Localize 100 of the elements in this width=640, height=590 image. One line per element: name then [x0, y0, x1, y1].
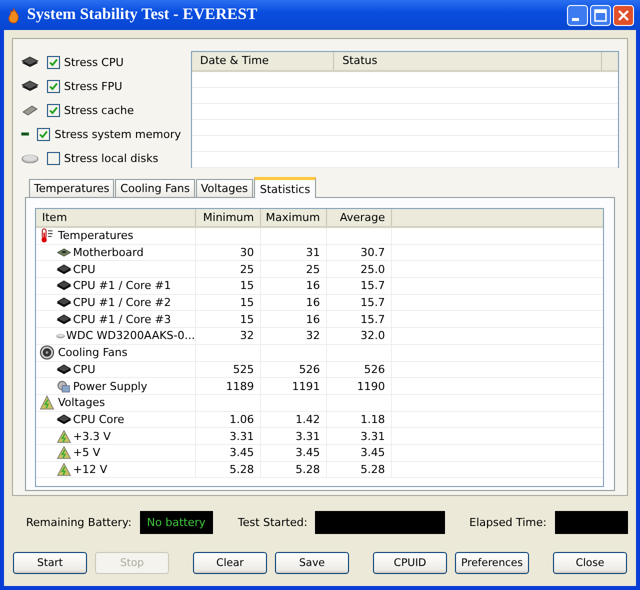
average-value: 15.7	[360, 296, 385, 310]
average-value: 32.0	[360, 329, 385, 342]
chip-icon	[21, 79, 39, 93]
battery-label: Remaining Battery:	[26, 516, 132, 528]
push-button[interactable]: Preferences	[455, 552, 529, 574]
minimum-value: 15	[240, 279, 254, 292]
checkbox-label: Stress FPU	[64, 80, 122, 92]
chip-icon	[56, 262, 72, 276]
push-button[interactable]: Save	[275, 552, 349, 574]
chip-icon	[56, 362, 72, 376]
elapsed-time-label: Elapsed Time:	[469, 516, 547, 528]
minimum-value: 15	[240, 296, 254, 310]
flame-icon	[6, 6, 21, 24]
group-label: Cooling Fans	[58, 346, 128, 360]
maximum-value: 3.45	[296, 446, 320, 460]
column-header[interactable]: Minimum	[196, 209, 261, 226]
minimum-value: 25	[240, 262, 254, 276]
average-value: 25.0	[360, 262, 385, 276]
average-value: 5.28	[360, 462, 385, 476]
fan-icon	[39, 345, 55, 360]
group-label: Temperatures	[58, 229, 134, 242]
item-label: CPU	[73, 262, 96, 276]
item-label: Power Supply	[73, 380, 148, 393]
maximize-button[interactable]	[590, 4, 611, 26]
minimum-value: 15	[240, 312, 254, 326]
chip-icon	[56, 279, 72, 292]
board-icon	[56, 246, 72, 260]
checkbox[interactable]	[47, 56, 60, 68]
maximum-value: 16	[306, 296, 320, 310]
test-started-label: Test Started:	[238, 516, 308, 528]
minimum-value: 5.28	[230, 462, 254, 476]
column-header[interactable]: Date & Time	[192, 52, 334, 70]
average-value: 1190	[357, 380, 385, 393]
minimize-button[interactable]	[567, 4, 588, 26]
item-label: Motherboard	[73, 246, 144, 260]
item-label: WDC WD3200AAKS-0...	[66, 329, 195, 342]
maximum-value: 32	[306, 329, 320, 342]
maximum-value: 16	[306, 312, 320, 326]
push-button[interactable]: Start	[13, 552, 87, 574]
column-header[interactable]: Status	[334, 52, 602, 70]
maximum-value: 526	[299, 362, 320, 376]
item-label: +12 V	[73, 462, 108, 476]
average-value: 526	[364, 362, 385, 376]
push-button[interactable]: CPUID	[373, 552, 447, 574]
average-value: 30.7	[360, 246, 385, 260]
checkbox[interactable]	[47, 104, 60, 116]
checkbox-label: Stress system memory	[54, 128, 181, 140]
memory-module-icon	[21, 103, 39, 117]
maximum-value: 1191	[292, 380, 320, 393]
item-label: CPU #1 / Core #3	[73, 312, 171, 326]
item-label: +5 V	[73, 446, 100, 460]
average-value: 3.45	[360, 446, 385, 460]
checkbox-label: Stress local disks	[64, 152, 158, 164]
chip-icon	[21, 55, 39, 69]
power-supply-icon	[56, 380, 72, 393]
maximum-value: 16	[306, 279, 320, 292]
average-value: 3.31	[360, 430, 385, 443]
maximum-value: 1.42	[296, 412, 320, 426]
column-header[interactable]: Maximum	[261, 209, 327, 226]
push-button[interactable]: Close	[553, 552, 627, 574]
warning-triangle-icon	[39, 395, 55, 410]
chip-icon	[56, 412, 72, 426]
column-header[interactable]: Average	[327, 209, 392, 226]
minimum-value: 3.45	[230, 446, 254, 460]
checkbox-label: Stress CPU	[64, 56, 124, 68]
minimum-value: 3.31	[230, 430, 254, 443]
warning-triangle-icon	[56, 430, 72, 443]
checkbox[interactable]	[37, 128, 50, 140]
item-label: CPU	[73, 362, 96, 376]
average-value: 15.7	[360, 279, 385, 292]
tab[interactable]: Statistics	[254, 177, 316, 198]
checkbox[interactable]	[47, 80, 60, 92]
tab[interactable]: Voltages	[196, 179, 253, 197]
maximum-value: 25	[306, 262, 320, 276]
minimum-value: 1189	[226, 380, 254, 393]
checkbox[interactable]	[47, 152, 60, 164]
group-label: Voltages	[58, 396, 105, 410]
item-label: CPU #1 / Core #2	[73, 296, 171, 310]
minimum-value: 1.06	[230, 412, 254, 426]
checkbox-label: Stress cache	[64, 104, 134, 116]
window-title: System Stability Test - EVEREST	[27, 6, 258, 24]
average-value: 1.18	[360, 412, 385, 426]
minimum-value: 30	[240, 246, 254, 260]
item-label: +3.3 V	[73, 430, 111, 443]
push-button[interactable]: Clear	[193, 552, 267, 574]
close-button[interactable]	[613, 4, 634, 26]
tab[interactable]: Temperatures	[29, 179, 114, 197]
warning-triangle-icon	[56, 462, 72, 476]
item-label: CPU #1 / Core #1	[73, 279, 171, 292]
battery-display: No battery	[140, 510, 213, 534]
maximum-value: 3.31	[296, 430, 320, 443]
minimum-value: 32	[240, 329, 254, 342]
item-label: CPU Core	[73, 412, 124, 426]
chip-icon	[56, 312, 72, 326]
chip-icon	[56, 296, 72, 310]
thermometer-icon	[39, 228, 55, 244]
tab[interactable]: Cooling Fans	[115, 179, 195, 197]
maximum-value: 5.28	[296, 462, 320, 476]
column-header[interactable]: Item	[36, 209, 196, 226]
maximum-value: 31	[306, 246, 320, 260]
